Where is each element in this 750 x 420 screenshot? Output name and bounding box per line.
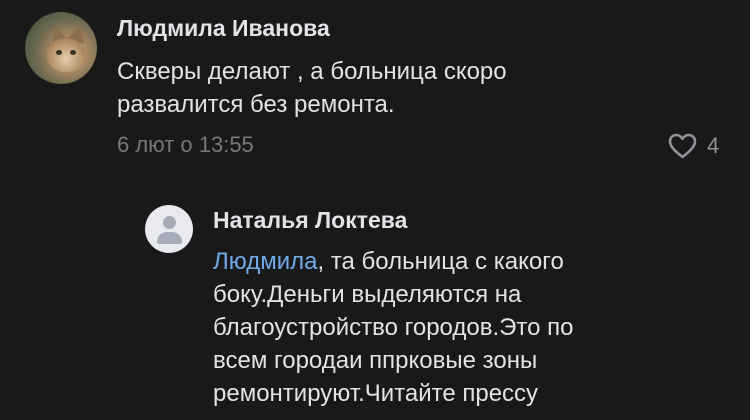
comment-text-line: развалится без ремонта.: [117, 91, 395, 118]
comment-text: Скверы делают , а больница скоро развали…: [117, 55, 507, 121]
comment-text-line: Скверы делают , а больница скоро: [117, 58, 507, 85]
heart-outline-icon: [668, 133, 697, 159]
default-user-icon-body: [157, 232, 182, 244]
mention-link[interactable]: Людмила: [213, 248, 317, 275]
like-button[interactable]: 4: [668, 131, 719, 161]
reply-author-name[interactable]: Наталья Локтева: [213, 207, 407, 234]
reply-author-avatar[interactable]: [145, 205, 193, 253]
author-avatar[interactable]: [25, 12, 97, 84]
avatar-photo-detail: [56, 50, 62, 55]
comment-author-name[interactable]: Людмила Иванова: [117, 15, 330, 42]
reply-text-line: всем городаи ппрковые зоны: [213, 347, 538, 374]
reply-text-line: ремонтируют.Читайте прессу: [213, 380, 539, 407]
comments-screen: Людмила Иванова Скверы делают , а больни…: [0, 0, 750, 420]
avatar-photo-detail: [70, 50, 76, 55]
reply-text-line: благоустройство городов.Это по: [213, 314, 574, 341]
reply-text: Людмила, та больница с какого боку.Деньг…: [213, 245, 573, 410]
default-user-icon: [163, 216, 176, 229]
like-count: 4: [707, 133, 720, 158]
reply-text-fragment: , та больница с какого: [317, 248, 564, 275]
avatar-photo-detail: [47, 38, 85, 72]
reply-text-line: Людмила, та больница с какого: [213, 245, 573, 278]
reply-text-line: боку.Деньги выделяются на: [213, 281, 522, 308]
comment-timestamp[interactable]: 6 лют о 13:55: [117, 132, 254, 158]
